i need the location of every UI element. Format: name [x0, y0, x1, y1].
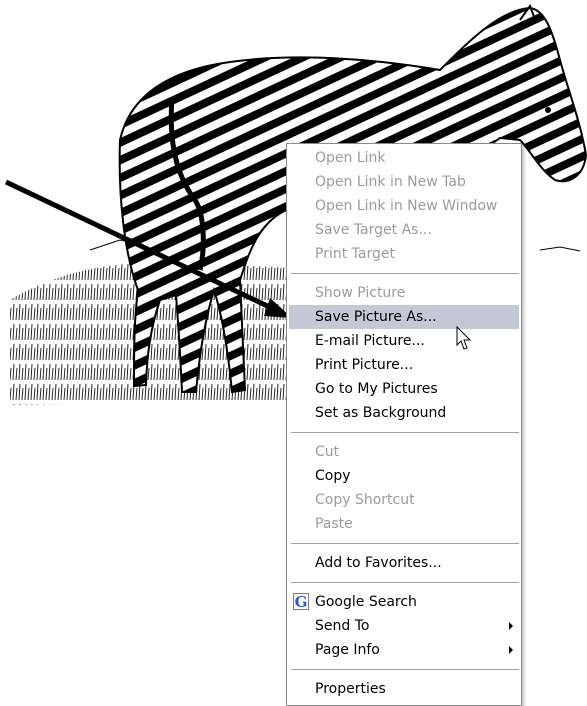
menu-item-cut: Cut	[289, 440, 519, 464]
menu-item-google-search[interactable]: G Google Search	[289, 590, 519, 614]
menu-item-add-to-favorites[interactable]: Add to Favorites...	[289, 551, 519, 575]
menu-item-label: Print Picture...	[315, 357, 414, 373]
menu-item-label: Open Link in New Window	[315, 198, 498, 214]
menu-item-paste: Paste	[289, 512, 519, 536]
menu-item-label: Copy Shortcut	[315, 492, 415, 508]
menu-item-label: Set as Background	[315, 405, 447, 421]
menu-item-open-link-in-new-tab: Open Link in New Tab	[289, 170, 519, 194]
menu-separator	[291, 543, 519, 544]
menu-item-label: Send To	[315, 618, 370, 634]
context-menu: Open Link Open Link in New Tab Open Link i…	[286, 143, 522, 706]
menu-item-print-target: Print Target	[289, 242, 519, 266]
menu-item-go-to-my-pictures[interactable]: Go to My Pictures	[289, 377, 519, 401]
menu-item-label: Open Link	[315, 150, 386, 166]
menu-item-label: Show Picture	[315, 285, 406, 301]
menu-item-label: Add to Favorites...	[315, 555, 442, 571]
menu-separator	[291, 432, 519, 433]
menu-item-label: Google Search	[315, 594, 417, 610]
menu-item-save-target-as: Save Target As...	[289, 218, 519, 242]
menu-item-send-to[interactable]: Send To	[289, 614, 519, 638]
menu-item-print-picture[interactable]: Print Picture...	[289, 353, 519, 377]
menu-item-label: Open Link in New Tab	[315, 174, 466, 190]
menu-item-label: E-mail Picture...	[315, 333, 425, 349]
menu-item-label: Cut	[315, 444, 340, 460]
menu-item-label: Print Target	[315, 246, 395, 262]
menu-item-set-as-background[interactable]: Set as Background	[289, 401, 519, 425]
menu-item-show-picture: Show Picture	[289, 281, 519, 305]
menu-item-label: Properties	[315, 681, 386, 697]
menu-separator	[291, 273, 519, 274]
menu-item-label: Copy	[315, 468, 351, 484]
menu-item-e-mail-picture[interactable]: E-mail Picture...	[289, 329, 519, 353]
menu-separator	[291, 669, 519, 670]
mouse-pointer-icon	[456, 326, 472, 350]
menu-item-copy[interactable]: Copy	[289, 464, 519, 488]
menu-separator	[291, 582, 519, 583]
menu-item-label: Page Info	[315, 642, 380, 658]
menu-item-label: Save Target As...	[315, 222, 432, 238]
menu-item-save-picture-as[interactable]: Save Picture As...	[289, 305, 519, 329]
menu-item-label: Save Picture As...	[315, 309, 437, 325]
menu-item-open-link: Open Link	[289, 146, 519, 170]
screenshot-stage: Open Link Open Link in New Tab Open Link i…	[0, 0, 587, 706]
submenu-arrow-icon	[509, 622, 513, 630]
submenu-arrow-icon	[509, 646, 513, 654]
menu-item-properties[interactable]: Properties	[289, 677, 519, 701]
menu-item-copy-shortcut: Copy Shortcut	[289, 488, 519, 512]
menu-item-label: Go to My Pictures	[315, 381, 438, 397]
menu-item-label: Paste	[315, 516, 353, 532]
google-g-icon: G	[293, 593, 309, 611]
menu-item-page-info[interactable]: Page Info	[289, 638, 519, 662]
menu-item-open-link-in-new-window: Open Link in New Window	[289, 194, 519, 218]
